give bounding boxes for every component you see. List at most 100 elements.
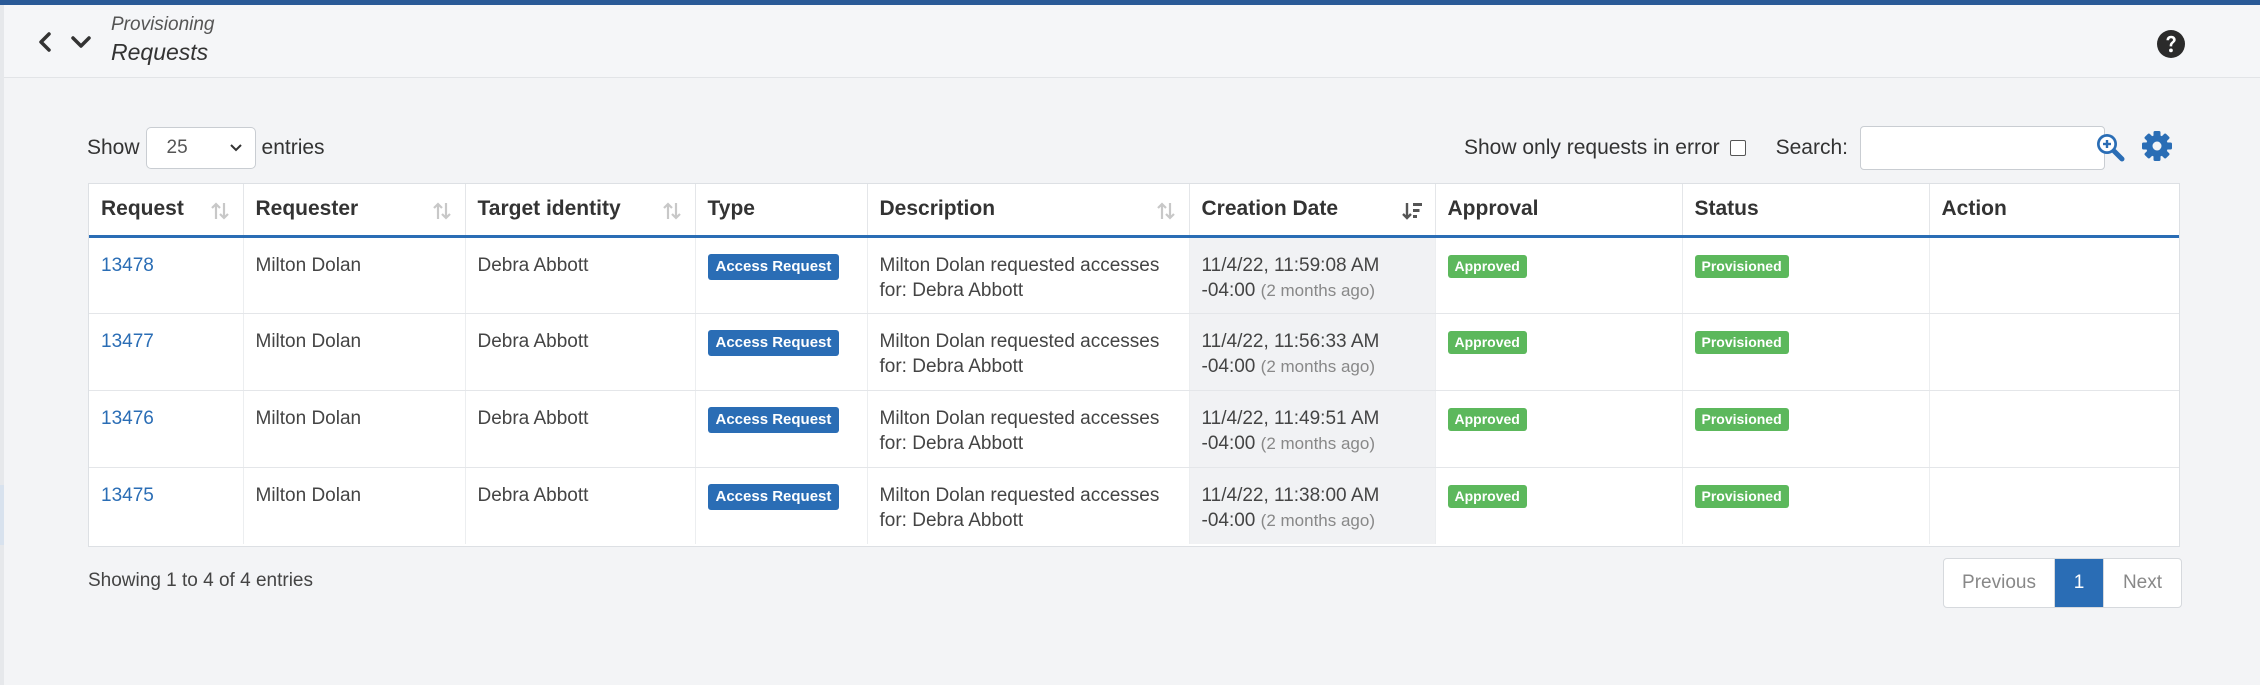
approval-badge: Approved bbox=[1447, 484, 1527, 508]
column-header-creation-date[interactable]: Creation Date bbox=[1189, 184, 1436, 238]
sort-icon bbox=[432, 202, 451, 220]
column-header-label: Creation Date bbox=[1201, 197, 1339, 221]
column-header-type: Type bbox=[695, 184, 868, 238]
column-header-description[interactable]: Description bbox=[867, 184, 1190, 238]
column-header-label: Type bbox=[707, 197, 755, 221]
creation-timezone: -04:00 bbox=[1201, 432, 1256, 454]
status-badge: Provisioned bbox=[1694, 484, 1789, 508]
target-identity-cell: Debra Abbott bbox=[465, 467, 696, 544]
entries-select-value: 25 bbox=[166, 137, 188, 158]
requester-cell: Milton Dolan bbox=[243, 467, 466, 544]
column-header-label: Requester bbox=[255, 197, 359, 221]
table-row: 13476 Milton Dolan Debra Abbott Access R… bbox=[89, 390, 2179, 468]
column-header-label: Request bbox=[101, 197, 184, 221]
column-header-action: Action bbox=[1929, 184, 2179, 238]
approval-badge: Approved bbox=[1447, 254, 1527, 278]
table-row: 13478 Milton Dolan Debra Abbott Access R… bbox=[89, 236, 2179, 314]
table-settings-button[interactable] bbox=[2140, 129, 2174, 168]
column-header-request[interactable]: Request bbox=[89, 184, 244, 238]
menu-dropdown-button[interactable] bbox=[66, 27, 96, 57]
chevron-left-icon bbox=[39, 32, 51, 52]
column-header-status: Status bbox=[1682, 184, 1930, 238]
status-badge: Provisioned bbox=[1694, 330, 1789, 354]
relative-time: (2 months ago) bbox=[1260, 356, 1375, 376]
creation-date-cell: 11/4/22, 11:38:00 AM -04:00 (2 months ago… bbox=[1189, 467, 1436, 544]
error-filter-checkbox[interactable] bbox=[1729, 140, 1746, 156]
request-id-link[interactable]: 13477 bbox=[101, 331, 154, 352]
relative-time: (2 months ago) bbox=[1260, 280, 1375, 300]
sort-desc-icon bbox=[1401, 203, 1422, 220]
chevron-down-icon bbox=[229, 144, 242, 152]
page-header: Provisioning Requests bbox=[4, 5, 2260, 78]
question-circle-icon bbox=[2157, 30, 2185, 58]
relative-time: (2 months ago) bbox=[1260, 510, 1375, 530]
creation-date-cell: 11/4/22, 11:56:33 AM -04:00 (2 months ago… bbox=[1189, 313, 1436, 391]
requester-cell: Milton Dolan bbox=[243, 313, 466, 391]
column-header-label: Target identity bbox=[477, 197, 621, 221]
target-identity-cell: Debra Abbott bbox=[465, 390, 696, 468]
description-cell: Milton Dolan requested accesses for: Deb… bbox=[867, 390, 1190, 468]
request-id-link[interactable]: 13478 bbox=[101, 255, 154, 276]
entries-label: entries bbox=[261, 136, 325, 159]
pagination: Previous 1 Next bbox=[1943, 558, 2182, 608]
action-cell bbox=[1929, 236, 2179, 314]
entries-select[interactable]: 25 bbox=[145, 127, 256, 169]
creation-timezone: -04:00 bbox=[1201, 509, 1256, 531]
status-badge: Provisioned bbox=[1694, 407, 1789, 431]
creation-date: 11/4/22, 11:49:51 AM bbox=[1201, 407, 1380, 429]
error-filter-label: Show only requests in error bbox=[1464, 136, 1720, 159]
show-label: Show bbox=[87, 136, 140, 159]
sort-icon bbox=[210, 202, 229, 220]
table-row: 13477 Milton Dolan Debra Abbott Access R… bbox=[89, 313, 2179, 391]
request-id-link[interactable]: 13476 bbox=[101, 408, 154, 429]
column-header-target-identity[interactable]: Target identity bbox=[465, 184, 696, 238]
table-filters: Show only requests in error Search: bbox=[1464, 124, 2105, 172]
column-header-approval: Approval bbox=[1435, 184, 1683, 238]
requests-table-container: Request Requester Target identity Type D… bbox=[88, 183, 2180, 547]
description-cell: Milton Dolan requested accesses for: Deb… bbox=[867, 467, 1190, 544]
requests-table: Request Requester Target identity Type D… bbox=[89, 184, 2179, 544]
type-badge: Access Request bbox=[707, 329, 840, 356]
creation-date-cell: 11/4/22, 11:59:08 AM -04:00 (2 months ago… bbox=[1189, 236, 1436, 314]
target-identity-cell: Debra Abbott bbox=[465, 313, 696, 391]
page-title: Requests bbox=[111, 39, 209, 65]
creation-date-cell: 11/4/22, 11:49:51 AM -04:00 (2 months ago… bbox=[1189, 390, 1436, 468]
page-1-button[interactable]: 1 bbox=[2055, 559, 2103, 607]
description-cell: Milton Dolan requested accesses for: Deb… bbox=[867, 236, 1190, 314]
next-page-button[interactable]: Next bbox=[2103, 559, 2181, 607]
type-badge: Access Request bbox=[707, 483, 840, 510]
breadcrumb-parent[interactable]: Provisioning bbox=[111, 14, 215, 36]
action-cell bbox=[1929, 313, 2179, 391]
column-header-label: Approval bbox=[1447, 197, 1539, 221]
search-plus-icon bbox=[2097, 134, 2125, 162]
previous-page-button[interactable]: Previous bbox=[1944, 559, 2055, 607]
approval-badge: Approved bbox=[1447, 330, 1527, 354]
creation-date: 11/4/22, 11:56:33 AM bbox=[1201, 330, 1380, 352]
approval-badge: Approved bbox=[1447, 407, 1527, 431]
entries-length-control: Show 25 entries bbox=[87, 126, 325, 170]
table-row: 13475 Milton Dolan Debra Abbott Access R… bbox=[89, 467, 2179, 544]
column-header-label: Action bbox=[1941, 197, 2007, 221]
help-button[interactable] bbox=[2154, 27, 2188, 61]
type-badge: Access Request bbox=[707, 406, 840, 433]
action-cell bbox=[1929, 390, 2179, 468]
search-input[interactable] bbox=[1860, 126, 2105, 170]
creation-date: 11/4/22, 11:38:00 AM bbox=[1201, 484, 1380, 506]
advanced-search-button[interactable] bbox=[2094, 131, 2126, 168]
left-edge-marker bbox=[0, 485, 4, 545]
request-id-link[interactable]: 13475 bbox=[101, 485, 154, 506]
back-button[interactable] bbox=[30, 27, 60, 57]
table-info: Showing 1 to 4 of 4 entries bbox=[88, 570, 313, 591]
requester-cell: Milton Dolan bbox=[243, 236, 466, 314]
description-cell: Milton Dolan requested accesses for: Deb… bbox=[867, 313, 1190, 391]
status-badge: Provisioned bbox=[1694, 254, 1789, 278]
sort-icon bbox=[662, 202, 681, 220]
search-label: Search: bbox=[1775, 136, 1848, 159]
requester-cell: Milton Dolan bbox=[243, 390, 466, 468]
column-header-requester[interactable]: Requester bbox=[243, 184, 466, 238]
creation-timezone: -04:00 bbox=[1201, 355, 1256, 377]
target-identity-cell: Debra Abbott bbox=[465, 236, 696, 314]
relative-time: (2 months ago) bbox=[1260, 433, 1375, 453]
sort-icon bbox=[1156, 202, 1175, 220]
column-header-label: Status bbox=[1694, 197, 1759, 221]
